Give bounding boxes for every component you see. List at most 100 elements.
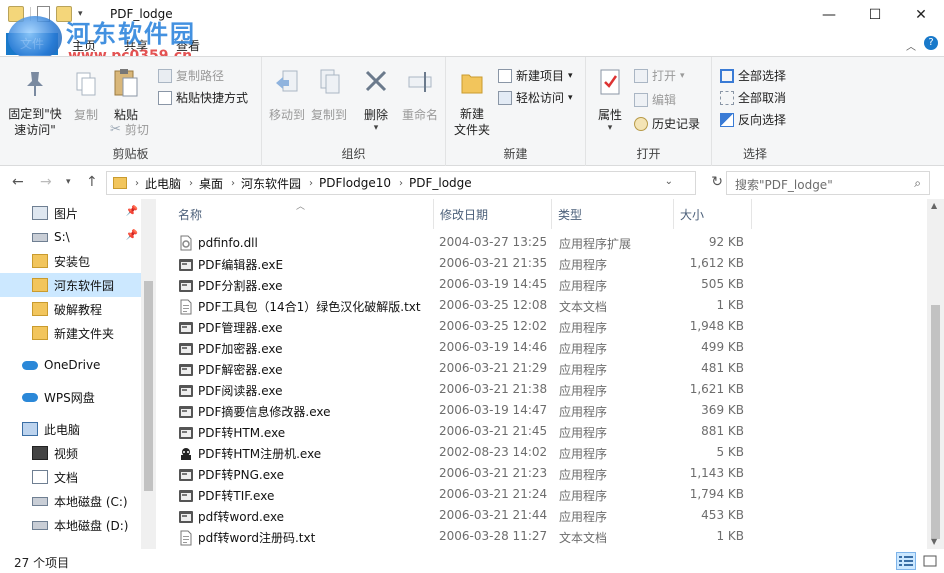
file-row[interactable]: pdf转word.exe 2006-03-21 21:44 应用程序 453 KB [172,505,752,526]
close-button[interactable]: ✕ [898,0,944,30]
move-to-button[interactable]: 移动到 [266,67,308,123]
nav-item[interactable]: 破解教程 [0,297,142,321]
ribbon-collapse-icon[interactable]: ︿ [906,38,916,53]
copy-to-button[interactable]: 复制到 [308,67,350,123]
paste-button[interactable]: 粘贴 [108,67,144,123]
edit-button[interactable]: 编辑 [634,91,676,108]
scroll-down-icon[interactable]: ▼ [931,537,937,546]
file-row[interactable]: PDF阅读器.exe 2006-03-21 21:38 应用程序 1,621 KB [172,379,752,400]
file-row[interactable]: PDF编辑器.exE 2006-03-21 21:35 应用程序 1,612 KB [172,253,752,274]
delete-dropdown-icon[interactable]: ▾ [356,123,396,133]
up-arrow-icon[interactable]: ↑ [86,174,98,190]
nav-item[interactable]: 图片 📌 [0,201,142,225]
select-all-button[interactable]: 全部选择 [720,67,786,84]
nav-item-label: 此电脑 [44,422,81,437]
search-input[interactable]: 搜索"PDF_lodge" ⌕ [726,171,930,195]
customize-chevron-icon[interactable]: ▾ [78,9,83,19]
tab-file[interactable]: 文件 [6,33,58,55]
file-row[interactable]: PDF解密器.exe 2006-03-21 21:29 应用程序 481 KB [172,358,752,379]
new-item-button[interactable]: 新建项目 ▾ [498,67,573,84]
refresh-icon[interactable]: ↻ [711,174,723,190]
new-folder-icon[interactable] [56,6,72,22]
breadcrumb-item[interactable]: PDFlodge10 › [319,175,409,192]
forward-arrow-icon[interactable]: → [40,174,52,190]
nav-item[interactable]: 安装包 [0,249,142,273]
file-type: 文本文档 [559,531,608,545]
chevron-right-icon[interactable]: › [309,178,313,189]
nav-item[interactable]: 本地磁盘 (C:) [0,489,142,513]
help-icon[interactable]: ? [924,36,938,50]
cut-button[interactable]: ✂ 剪切 [110,121,149,138]
large-icons-view-button[interactable] [920,552,940,570]
file-row[interactable]: PDF管理器.exe 2006-03-25 12:02 应用程序 1,948 KB [172,316,752,337]
properties-button[interactable]: 属性 ▾ [590,67,630,133]
scroll-up-icon[interactable]: ▲ [931,201,937,210]
pin-icon[interactable]: 📌 [126,206,138,217]
breadcrumb-item[interactable]: PDF_lodge [409,175,472,192]
tab-view[interactable]: 查看 [176,37,200,54]
nav-item[interactable]: 此电脑 [0,417,142,441]
easy-access-button[interactable]: 轻松访问 ▾ [498,89,573,106]
details-view-icon [899,556,913,566]
copy-button[interactable]: 复制 [68,69,104,123]
tab-home[interactable]: 主页 [72,37,96,54]
open-button[interactable]: 打开 ▾ [634,67,685,84]
column-header-name[interactable]: 名称 [172,199,434,229]
column-header-type[interactable]: 类型 [552,199,674,229]
file-row[interactable]: PDF转PNG.exe 2006-03-21 21:23 应用程序 1,143 KB [172,463,752,484]
recent-locations-chevron-icon[interactable]: ▾ [66,177,71,187]
chevron-right-icon[interactable]: › [231,178,235,189]
new-folder-button[interactable]: 新建 文件夹 [452,67,492,138]
minimize-button[interactable]: — [806,0,852,30]
file-list-scrollbar[interactable]: ▲ ▼ [927,199,944,549]
ribbon: 固定到"快速访问" 复制 粘贴 复制路径 粘贴快捷方式 ✂ 剪切 剪贴板 移动到… [0,56,944,166]
file-row[interactable]: PDF分割器.exe 2006-03-19 14:45 应用程序 505 KB [172,274,752,295]
nav-item[interactable]: WPS网盘 [0,385,142,409]
paste-shortcut-button[interactable]: 粘贴快捷方式 [158,89,248,106]
nav-item[interactable]: 新建文件夹 [0,321,142,345]
nav-item[interactable]: OneDrive [0,353,142,377]
breadcrumb-item[interactable]: 河东软件园 › [241,175,319,192]
properties-dropdown-icon[interactable]: ▾ [590,123,630,133]
tab-share[interactable]: 共享 [124,37,148,54]
file-row[interactable]: PDF加密器.exe 2006-03-19 14:46 应用程序 499 KB [172,337,752,358]
pin-quick-access-button[interactable]: 固定到"快速访问" [4,69,66,138]
column-header-date[interactable]: 修改日期 [434,199,552,229]
file-row[interactable]: PDF工具包（14合1）绿色汉化破解版.txt 2006-03-25 12:08 文… [172,295,752,316]
back-arrow-icon[interactable]: ← [12,174,24,190]
chevron-right-icon[interactable]: › [399,178,403,189]
maximize-button[interactable]: ☐ [852,0,898,30]
drive-icon [32,496,48,506]
select-none-button[interactable]: 全部取消 [720,89,786,106]
nav-item[interactable]: 本地磁盘 (D:) [0,513,142,537]
nav-item[interactable]: 文档 [0,465,142,489]
details-view-button[interactable] [896,552,916,570]
file-row[interactable]: PDF转TIF.exe 2006-03-21 21:24 应用程序 1,794 KB [172,484,752,505]
move-to-label: 移动到 [268,108,305,122]
file-list-scrollbar-thumb[interactable] [931,305,940,539]
scissors-icon: ✂ [110,122,121,137]
nav-scrollbar-thumb[interactable] [144,281,153,491]
invert-selection-button[interactable]: 反向选择 [720,111,786,128]
file-row[interactable]: PDF转HTM.exe 2006-03-21 21:45 应用程序 881 KB [172,421,752,442]
file-row[interactable]: PDF摘要信息修改器.exe 2006-03-19 14:47 应用程序 369 KB [172,400,752,421]
delete-button[interactable]: 删除 ▾ [356,67,396,133]
pin-icon[interactable]: 📌 [126,230,138,241]
chevron-right-icon[interactable]: › [189,178,193,189]
breadcrumb-item[interactable]: 此电脑 › [145,175,199,192]
rename-button[interactable]: 重命名 [398,67,442,123]
file-row[interactable]: pdfinfo.dll 2004-03-27 13:25 应用程序扩展 92 KB [172,232,752,253]
file-row[interactable]: PDF转HTM注册机.exe 2002-08-23 14:02 应用程序 5 KB [172,442,752,463]
copy-path-button[interactable]: 复制路径 [158,67,224,84]
properties-icon[interactable] [37,6,50,22]
nav-scrollbar[interactable] [141,199,156,549]
history-button[interactable]: 历史记录 [634,115,700,132]
nav-item[interactable]: S:\ 📌 [0,225,142,249]
column-header-size[interactable]: 大小 [674,199,752,229]
file-row[interactable]: pdf转word注册码.txt 2006-03-28 11:27 文本文档 1 KB [172,526,752,547]
nav-item[interactable]: 河东软件园 [0,273,142,297]
nav-item[interactable]: 视频 [0,441,142,465]
address-bar[interactable]: › 此电脑 › 桌面 › 河东软件园 › PDFlodge10 › PDF_lodge ⌄ ↻ [106,171,723,195]
address-dropdown-icon[interactable]: ⌄ [665,176,673,187]
breadcrumb-item[interactable]: 桌面 › [199,175,241,192]
